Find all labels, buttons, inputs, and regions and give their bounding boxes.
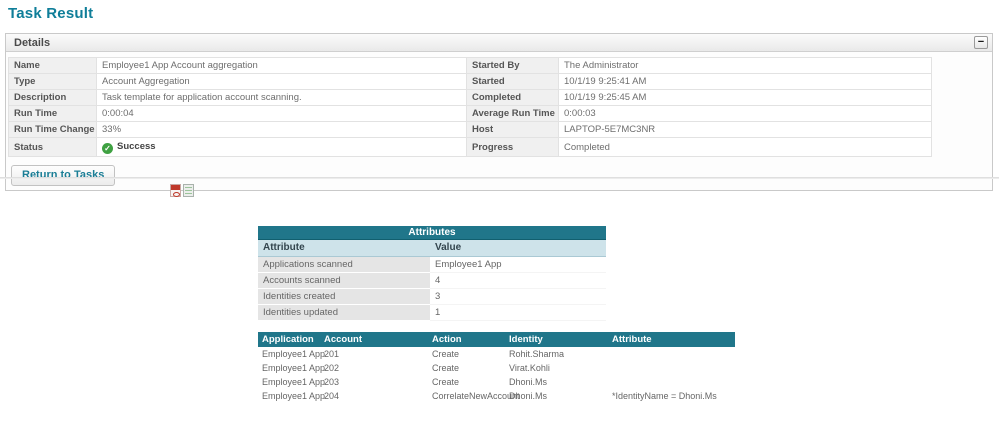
- cell-application: Employee1 App: [262, 377, 326, 387]
- column-header-action: Action: [428, 332, 505, 347]
- attributes-table-title: Attributes: [258, 226, 607, 240]
- attribute-value: 1: [430, 304, 607, 321]
- cell-account: 203: [324, 377, 340, 387]
- cell-account: 201: [324, 349, 340, 359]
- attribute-name: Identities created: [258, 288, 430, 305]
- detail-label: Description: [8, 89, 97, 106]
- column-header-application: Application: [258, 332, 320, 347]
- table-row: Applications scanned Employee1 App: [258, 256, 607, 273]
- status-value: ✓ Success: [96, 137, 467, 157]
- cell-account: 202: [324, 363, 340, 373]
- cell-application: Employee1 App: [262, 363, 326, 373]
- table-row: Name Employee1 App Account aggregation S…: [8, 57, 932, 74]
- detail-label: Run Time Change: [8, 121, 97, 138]
- task-result-page: { "page": { "title": "Task Result" }, "c…: [0, 0, 999, 422]
- detail-value: 0:00:03: [558, 105, 932, 122]
- cell-attribute: [608, 375, 735, 389]
- page-title: Task Result: [8, 5, 94, 22]
- detail-label: Host: [466, 121, 559, 138]
- status-badge: Success: [117, 140, 156, 152]
- details-panel-header: Details −: [6, 34, 992, 52]
- table-row: Identities created 3: [258, 288, 607, 305]
- cell-action: Create: [432, 377, 460, 387]
- detail-label: Completed: [466, 89, 559, 106]
- cell-attribute: [608, 347, 735, 361]
- detail-label: Average Run Time: [466, 105, 559, 122]
- attributes-table-header-row: Attribute Value: [258, 239, 607, 257]
- attribute-value: Employee1 App: [430, 256, 607, 273]
- cell-attribute: *IdentityName = Dhoni.Ms: [612, 391, 717, 401]
- collapse-panel-icon[interactable]: −: [974, 36, 988, 49]
- export-toolbar: [170, 184, 194, 197]
- attributes-table: Attributes Attribute Value Applications …: [258, 226, 607, 321]
- cell-action: Create: [432, 363, 460, 373]
- detail-label: Run Time: [8, 105, 97, 122]
- cell-action: CorrelateNewAccount: [432, 391, 520, 401]
- export-csv-icon[interactable]: [183, 184, 194, 197]
- table-row: Employee1 App 203 Create Dhoni.Ms: [258, 375, 735, 389]
- table-row: Identities updated 1: [258, 304, 607, 321]
- table-row: Run Time 0:00:04 Average Run Time 0:00:0…: [8, 105, 932, 122]
- table-row: Employee1 App 201 Create Rohit.Sharma: [258, 347, 735, 361]
- detail-value: Account Aggregation: [96, 73, 467, 90]
- detail-label: Type: [8, 73, 97, 90]
- detail-value: Task template for application account sc…: [96, 89, 467, 106]
- detail-value: 0:00:04: [96, 105, 467, 122]
- cell-identity: Dhoni.Ms: [509, 391, 548, 401]
- detail-label: Status: [8, 137, 97, 157]
- details-panel: Details − Name Employee1 App Account agg…: [5, 33, 993, 191]
- table-row: Accounts scanned 4: [258, 272, 607, 289]
- cell-identity: Virat.Kohli: [509, 363, 550, 373]
- account-records-table: Application Account Action Identity Attr…: [258, 332, 735, 403]
- attribute-value: 4: [430, 272, 607, 289]
- detail-value: 10/1/19 9:25:45 AM: [558, 89, 932, 106]
- detail-value: LAPTOP-5E7MC3NR: [558, 121, 932, 138]
- attribute-value: 3: [430, 288, 607, 305]
- success-icon: ✓: [102, 142, 113, 154]
- column-header-identity: Identity: [505, 332, 608, 347]
- attribute-name: Identities updated: [258, 304, 430, 321]
- table-row: Type Account Aggregation Started 10/1/19…: [8, 73, 932, 90]
- column-header-account: Account: [320, 332, 428, 347]
- attribute-name: Accounts scanned: [258, 272, 430, 289]
- cell-identity: Rohit.Sharma: [509, 349, 565, 359]
- attribute-name: Applications scanned: [258, 256, 430, 273]
- detail-value: Employee1 App Account aggregation: [96, 57, 467, 74]
- cell-application: Employee1 App: [262, 391, 326, 401]
- page-divider: [0, 177, 999, 179]
- detail-label: Started: [466, 73, 559, 90]
- column-header-attribute: Attribute: [258, 239, 430, 257]
- table-row: Run Time Change 33% Host LAPTOP-5E7MC3NR: [8, 121, 932, 138]
- table-row: Status ✓ Success Progress Completed: [8, 137, 932, 157]
- table-row: Employee1 App 204 CorrelateNewAccount Dh…: [258, 389, 735, 403]
- cell-identity: Dhoni.Ms: [509, 377, 548, 387]
- details-panel-title: Details: [14, 37, 51, 49]
- cell-application: Employee1 App: [262, 349, 326, 359]
- detail-value: The Administrator: [558, 57, 932, 74]
- detail-label: Progress: [466, 137, 559, 157]
- cell-attribute: [608, 361, 735, 375]
- table-row: Description Task template for applicatio…: [8, 89, 932, 106]
- cell-action: Create: [432, 349, 460, 359]
- cell-account: 204: [324, 391, 340, 401]
- detail-label: Started By: [466, 57, 559, 74]
- export-pdf-icon[interactable]: [170, 184, 181, 197]
- detail-value: Completed: [558, 137, 932, 157]
- detail-label: Name: [8, 57, 97, 74]
- records-table-header-row: Application Account Action Identity Attr…: [258, 332, 735, 347]
- table-row: Employee1 App 202 Create Virat.Kohli: [258, 361, 735, 375]
- task-details-table: Name Employee1 App Account aggregation S…: [8, 57, 932, 157]
- column-header-attribute: Attribute: [608, 332, 735, 347]
- column-header-value: Value: [430, 239, 607, 257]
- return-to-tasks-button[interactable]: Return to Tasks: [11, 165, 116, 186]
- detail-value: 10/1/19 9:25:41 AM: [558, 73, 932, 90]
- attributes-table-title-row: Attributes: [258, 226, 607, 240]
- detail-value: 33%: [96, 121, 467, 138]
